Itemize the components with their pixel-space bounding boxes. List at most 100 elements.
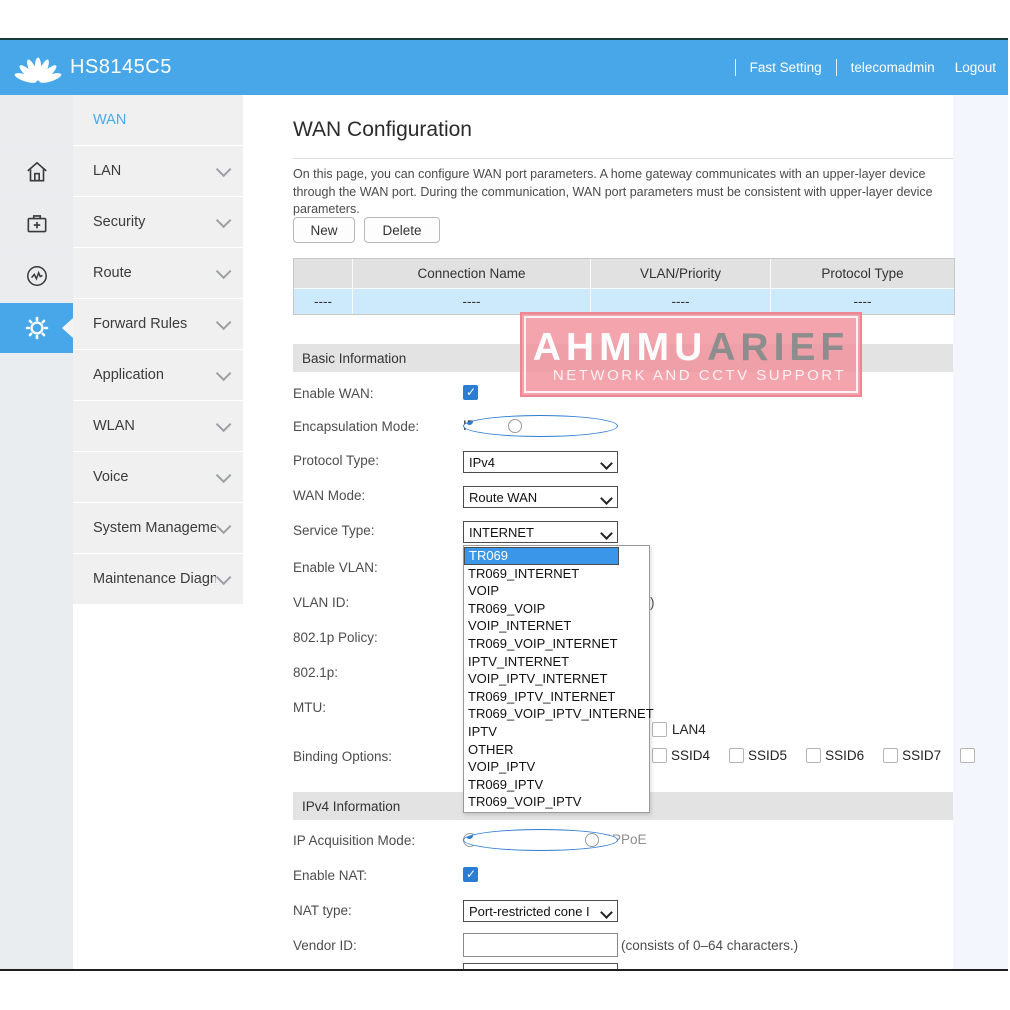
bottom-margin xyxy=(0,971,1010,1010)
sidebar-item-forward-rules[interactable]: Forward Rules xyxy=(73,299,243,349)
lan4-label: LAN4 xyxy=(672,722,706,737)
sidebar-item-system-management[interactable]: System Management xyxy=(73,503,243,553)
vendor-id-label: Vendor ID: xyxy=(293,938,357,953)
nat-type-label: NAT type: xyxy=(293,903,352,918)
select-arrow-icon xyxy=(600,906,613,919)
sidebar-item-lan[interactable]: LAN xyxy=(73,146,243,196)
sidebar-item-security[interactable]: Security xyxy=(73,197,243,247)
chevron-down-icon xyxy=(216,365,232,381)
nat-type-select[interactable]: Port-restricted cone I xyxy=(463,900,618,922)
ssid-binding-item: SSID7 xyxy=(883,748,941,763)
ssid5-checkbox[interactable] xyxy=(729,748,744,763)
section-title: Basic Information xyxy=(302,351,406,366)
enable-nat-checkbox[interactable] xyxy=(463,867,478,882)
watermark-title-white: AHMMU xyxy=(533,326,707,369)
enable-wan-label: Enable WAN: xyxy=(293,386,374,401)
fast-setting-link[interactable]: Fast Setting xyxy=(750,60,822,75)
delete-button[interactable]: Delete xyxy=(364,217,440,243)
sidebar-item-label: Security xyxy=(93,214,216,230)
enable-vlan-label: Enable VLAN: xyxy=(293,560,378,575)
home-icon[interactable] xyxy=(0,147,73,197)
select-arrow-icon xyxy=(600,457,613,470)
ip-acquisition-radio-group: Static DHCP PPPoE xyxy=(463,832,659,847)
watermark-title-gray: ARIEF xyxy=(707,326,849,369)
table-row[interactable]: ---------------- xyxy=(294,288,954,314)
dropdown-option[interactable]: TR069 xyxy=(464,547,619,565)
pppoe-radio[interactable] xyxy=(508,419,522,433)
dropdown-option[interactable]: VOIP_IPTV_INTERNET xyxy=(464,670,649,688)
device-name: HS8145C5 xyxy=(70,56,172,79)
dropdown-option[interactable]: IPTV_INTERNET xyxy=(464,653,649,671)
service-type-select[interactable]: INTERNET xyxy=(463,521,618,543)
chevron-down-icon xyxy=(216,212,232,228)
table-header-row: Connection NameVLAN/PriorityProtocol Typ… xyxy=(294,259,954,288)
ssid6-checkbox[interactable] xyxy=(806,748,821,763)
sidebar-item-label: LAN xyxy=(93,163,216,179)
app-header: HS8145C5 Fast Setting telecomadmin Logou… xyxy=(0,40,1010,95)
select-arrow-icon xyxy=(600,527,613,540)
dropdown-option[interactable]: IPTV xyxy=(464,723,649,741)
table-cell: ---- xyxy=(591,289,771,314)
sidebar-menu: WAN LAN Security RouteForward RulesApplicat… xyxy=(73,95,243,605)
watermark: AHMMUARIEF NETWORK AND CCTV SUPPORT xyxy=(520,312,862,397)
dropdown-option[interactable]: TR069_VOIP_IPTV_INTERNET xyxy=(464,705,649,723)
active-pointer xyxy=(62,318,73,338)
wan-mode-value: Route WAN xyxy=(469,490,537,505)
rail-blank-block xyxy=(0,95,73,145)
extra-binding-checkbox[interactable] xyxy=(960,748,975,763)
dropdown-option[interactable]: TR069_IPTV xyxy=(464,776,649,794)
gear-icon[interactable] xyxy=(0,303,73,353)
sidebar-item-voice[interactable]: Voice xyxy=(73,452,243,502)
sidebar-item-application[interactable]: Application xyxy=(73,350,243,400)
dropdown-option[interactable]: TR069_IPTV_INTERNET xyxy=(464,688,649,706)
watermark-title: AHMMUARIEF xyxy=(533,328,849,367)
first-aid-kit-icon[interactable] xyxy=(0,199,73,249)
chevron-down-icon xyxy=(216,518,232,534)
sidebar-item-wlan[interactable]: WLAN xyxy=(73,401,243,451)
dropdown-option[interactable]: TR069_VOIP_INTERNET xyxy=(464,635,649,653)
wan-mode-select[interactable]: Route WAN xyxy=(463,486,618,508)
dropdown-option[interactable]: VOIP xyxy=(464,582,649,600)
sidebar-item-label: Voice xyxy=(93,469,216,485)
dropdown-option[interactable]: TR069_VOIP xyxy=(464,600,649,618)
enable-wan-checkbox[interactable] xyxy=(463,385,478,400)
wan-connections-table: Connection NameVLAN/PriorityProtocol Typ… xyxy=(293,258,955,315)
table-header-cell: VLAN/Priority xyxy=(591,259,771,288)
nat-type-value: Port-restricted cone I xyxy=(469,904,590,919)
dropdown-option[interactable]: VOIP_IPTV xyxy=(464,758,649,776)
pppoe-acq-radio[interactable] xyxy=(585,833,599,847)
ssid7-checkbox[interactable] xyxy=(883,748,898,763)
select-arrow-icon xyxy=(600,492,613,505)
dropdown-option[interactable]: TR069_VOIP_IPTV xyxy=(464,793,649,811)
sidebar-item-wan[interactable]: WAN xyxy=(73,95,243,145)
dropdown-option[interactable]: TR069_INTERNET xyxy=(464,565,649,583)
protocol-type-select[interactable]: IPv4 xyxy=(463,451,618,473)
sidebar-item-maintenance-diagno[interactable]: Maintenance Diagno.. xyxy=(73,554,243,604)
protocol-type-value: IPv4 xyxy=(469,455,495,470)
sidebar-item-label: System Management xyxy=(93,520,216,536)
logout-link[interactable]: Logout xyxy=(955,60,996,75)
chevron-down-icon xyxy=(216,569,232,585)
table-header-cell: Protocol Type xyxy=(771,259,954,288)
service-type-value: INTERNET xyxy=(469,525,534,540)
vendor-id-hint: (consists of 0–64 characters.) xyxy=(621,938,798,953)
chevron-down-icon xyxy=(216,314,232,330)
chevron-down-icon xyxy=(216,263,232,279)
page-description: On this page, you can configure WAN port… xyxy=(293,166,955,219)
dropdown-option[interactable]: OTHER xyxy=(464,741,649,759)
gauge-icon[interactable] xyxy=(0,251,73,301)
8021p-label: 802.1p: xyxy=(293,665,338,680)
lan4-checkbox[interactable] xyxy=(652,722,667,737)
page-title: WAN Configuration xyxy=(293,118,472,142)
ssid4-checkbox[interactable] xyxy=(652,748,667,763)
ssid5-label: SSID5 xyxy=(748,748,787,763)
sidebar-item-route[interactable]: Route xyxy=(73,248,243,298)
new-button[interactable]: New xyxy=(293,217,355,243)
vendor-id-input[interactable] xyxy=(463,933,618,957)
enable-nat-label: Enable NAT: xyxy=(293,868,367,883)
protocol-type-label: Protocol Type: xyxy=(293,453,379,468)
mtu-label: MTU: xyxy=(293,700,326,715)
dropdown-option[interactable]: VOIP_INTERNET xyxy=(464,617,649,635)
ipoe-radio[interactable] xyxy=(463,415,618,437)
binding-options-label: Binding Options: xyxy=(293,749,392,764)
